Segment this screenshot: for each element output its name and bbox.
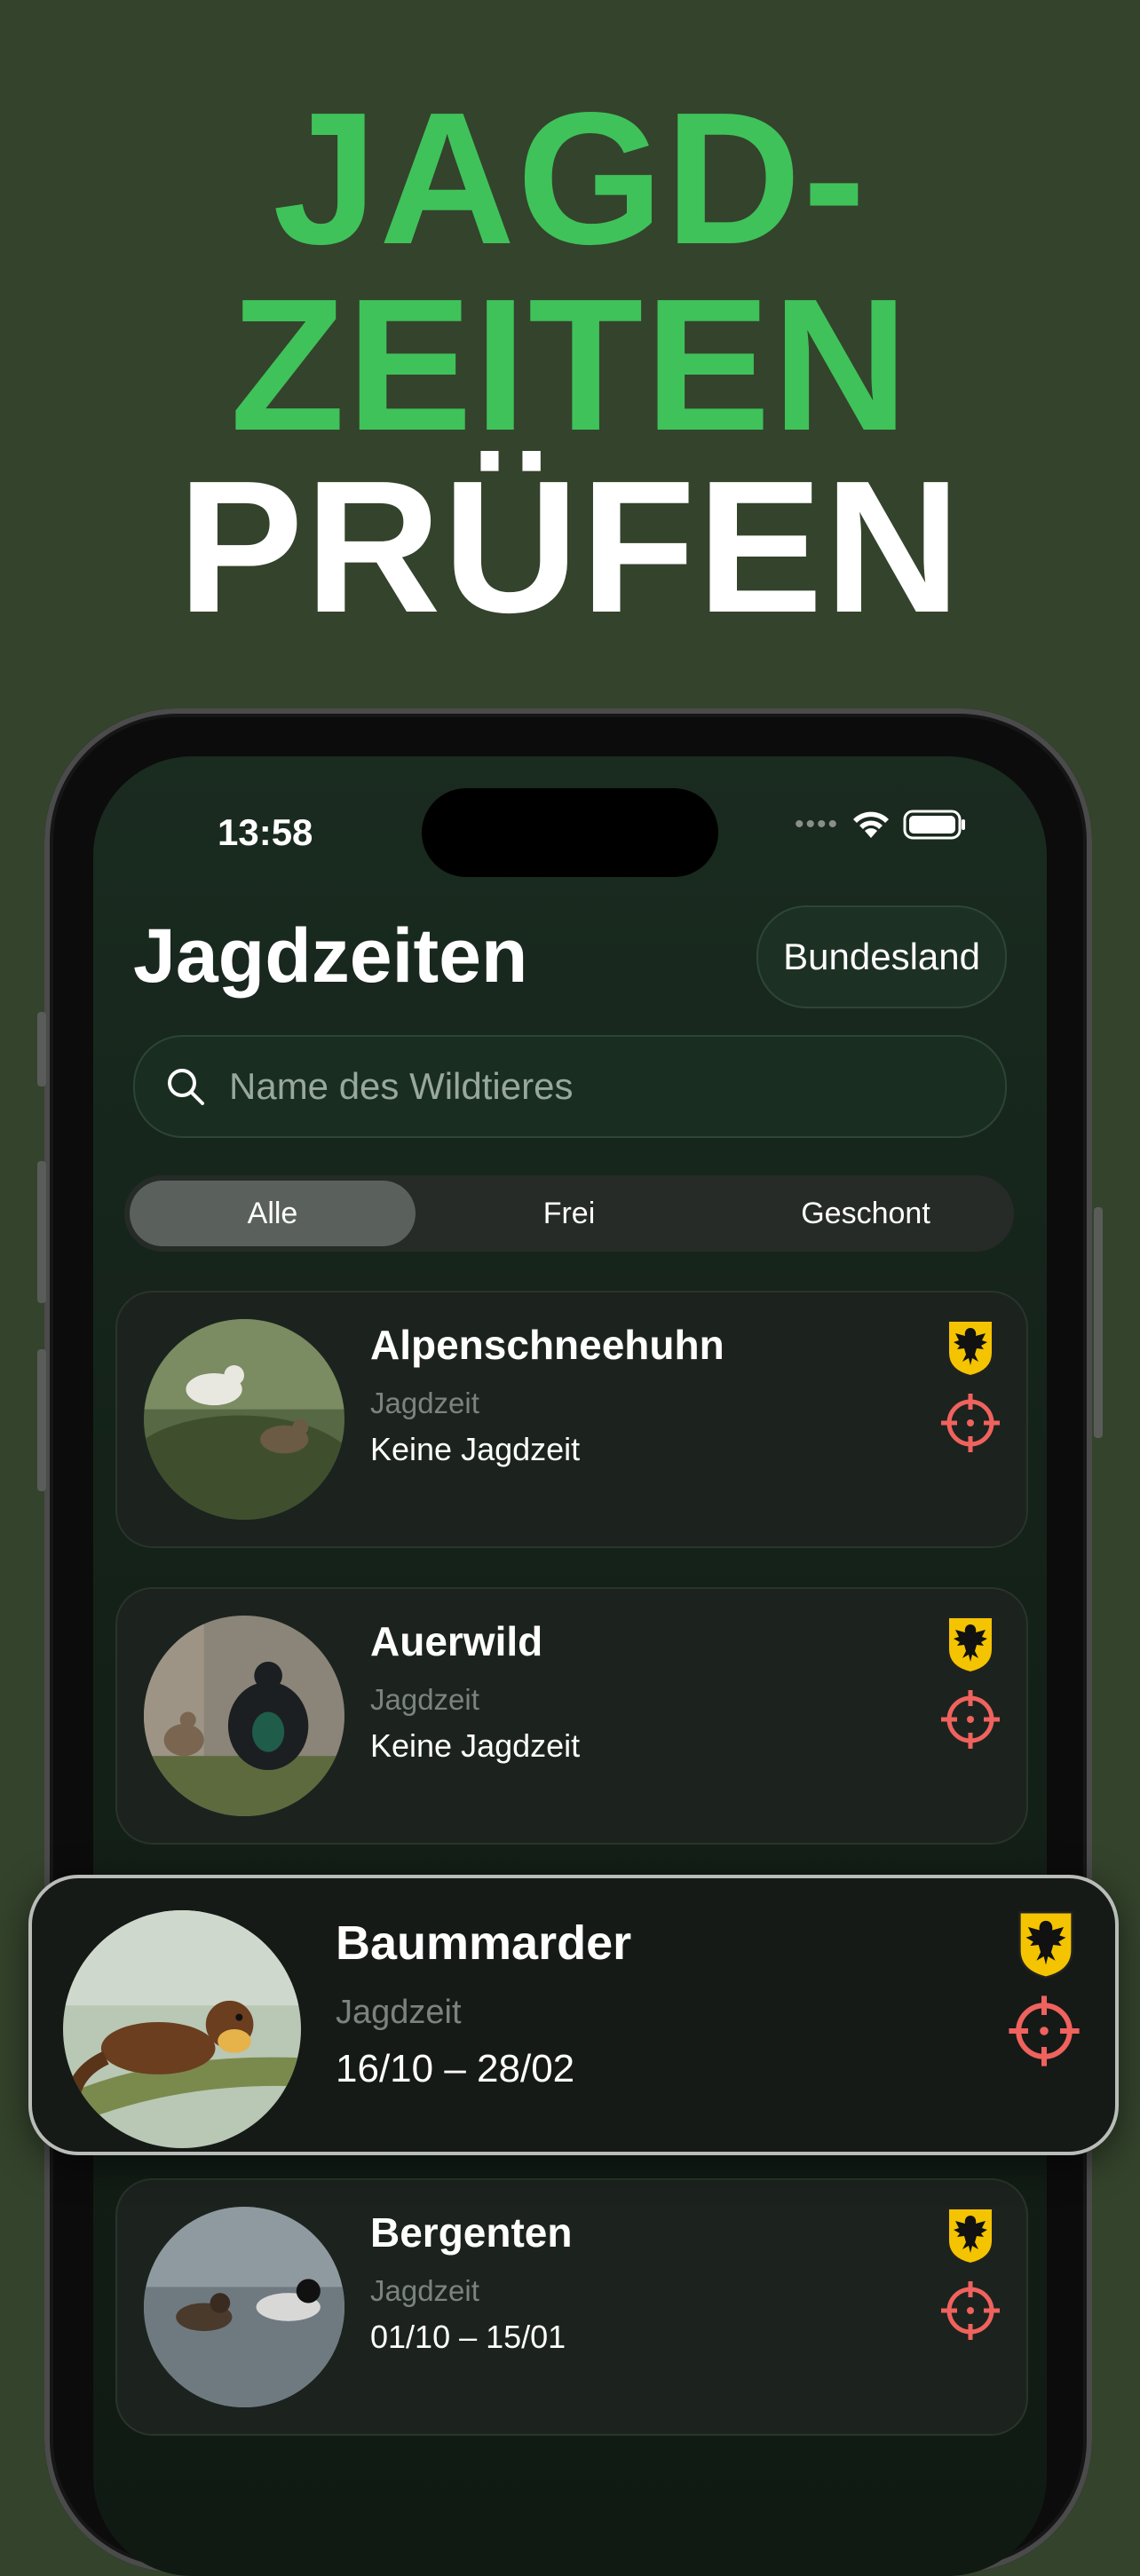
animal-name: Baummarder xyxy=(336,1916,632,1970)
german-eagle-icon xyxy=(947,1320,994,1378)
headline-line-3: PRÜFEN xyxy=(178,441,962,652)
search-icon xyxy=(168,1069,204,1105)
phone-volume-up-button xyxy=(37,1161,46,1303)
cellular-signal-icon: •••• xyxy=(794,810,839,839)
segment-geschont[interactable]: Geschont xyxy=(723,1181,1009,1246)
animal-photo xyxy=(63,1910,301,2148)
wifi-icon xyxy=(853,811,889,838)
animal-name: Alpenschneehuhn xyxy=(370,1322,724,1368)
jagdzeit-label: Jagdzeit xyxy=(370,1683,479,1716)
animal-name: Auerwild xyxy=(370,1618,543,1664)
phone-volume-down-button xyxy=(37,1349,46,1491)
german-eagle-icon xyxy=(1018,1911,1073,1979)
jagdzeit-value: 01/10 – 15/01 xyxy=(370,2319,566,2355)
german-eagle-icon xyxy=(947,2208,994,2265)
animal-photo xyxy=(144,2207,344,2407)
animal-photo xyxy=(144,1616,344,1816)
crosshair-icon[interactable] xyxy=(939,2280,1001,2342)
phone-screen: 13:58 •••• Jagdzeiten Bundesland Name de… xyxy=(93,756,1047,2576)
phone-power-button xyxy=(1094,1207,1103,1438)
animal-photo xyxy=(144,1319,344,1520)
phone-action-button xyxy=(37,1012,46,1087)
crosshair-icon[interactable] xyxy=(1007,1994,1081,2068)
segment-alle[interactable]: Alle xyxy=(130,1181,416,1246)
crosshair-icon[interactable] xyxy=(939,1688,1001,1750)
segment-frei[interactable]: Frei xyxy=(426,1181,712,1246)
filter-segmented-control: Alle Frei Geschont xyxy=(124,1175,1014,1252)
animal-card-alpenschneehuhn[interactable]: Alpenschneehuhn Jagdzeit Keine Jagdzeit xyxy=(115,1291,1028,1548)
battery-icon xyxy=(903,810,965,840)
jagdzeit-label: Jagdzeit xyxy=(370,2274,479,2307)
search-field[interactable]: Name des Wildtieres xyxy=(133,1035,1007,1138)
jagdzeit-label: Jagdzeit xyxy=(336,1994,462,2031)
dynamic-island xyxy=(422,788,718,877)
headline-line-1: JAGD- xyxy=(273,73,867,283)
status-time: 13:58 xyxy=(218,811,313,853)
jagdzeit-value: Keine Jagdzeit xyxy=(370,1727,581,1764)
search-input[interactable]: Name des Wildtieres xyxy=(229,1065,573,1108)
headline-line-2: ZEITEN xyxy=(230,259,910,470)
status-icons: •••• xyxy=(795,810,967,840)
crosshair-icon[interactable] xyxy=(939,1392,1001,1454)
jagdzeit-label: Jagdzeit xyxy=(370,1387,479,1419)
german-eagle-icon xyxy=(947,1616,994,1674)
page-title: Jagdzeiten xyxy=(133,913,528,999)
jagdzeit-value: 16/10 – 28/02 xyxy=(336,2047,575,2090)
animal-card-auerwild[interactable]: Auerwild Jagdzeit Keine Jagdzeit xyxy=(115,1587,1028,1845)
animal-card-baummarder[interactable]: Baummarder Jagdzeit 16/10 – 28/02 xyxy=(28,1875,1119,2155)
bundesland-button[interactable]: Bundesland xyxy=(756,905,1007,1008)
jagdzeit-value: Keine Jagdzeit xyxy=(370,1431,581,1467)
animal-name: Bergenten xyxy=(370,2209,573,2256)
animal-card-bergenten[interactable]: Bergenten Jagdzeit 01/10 – 15/01 xyxy=(115,2178,1028,2436)
